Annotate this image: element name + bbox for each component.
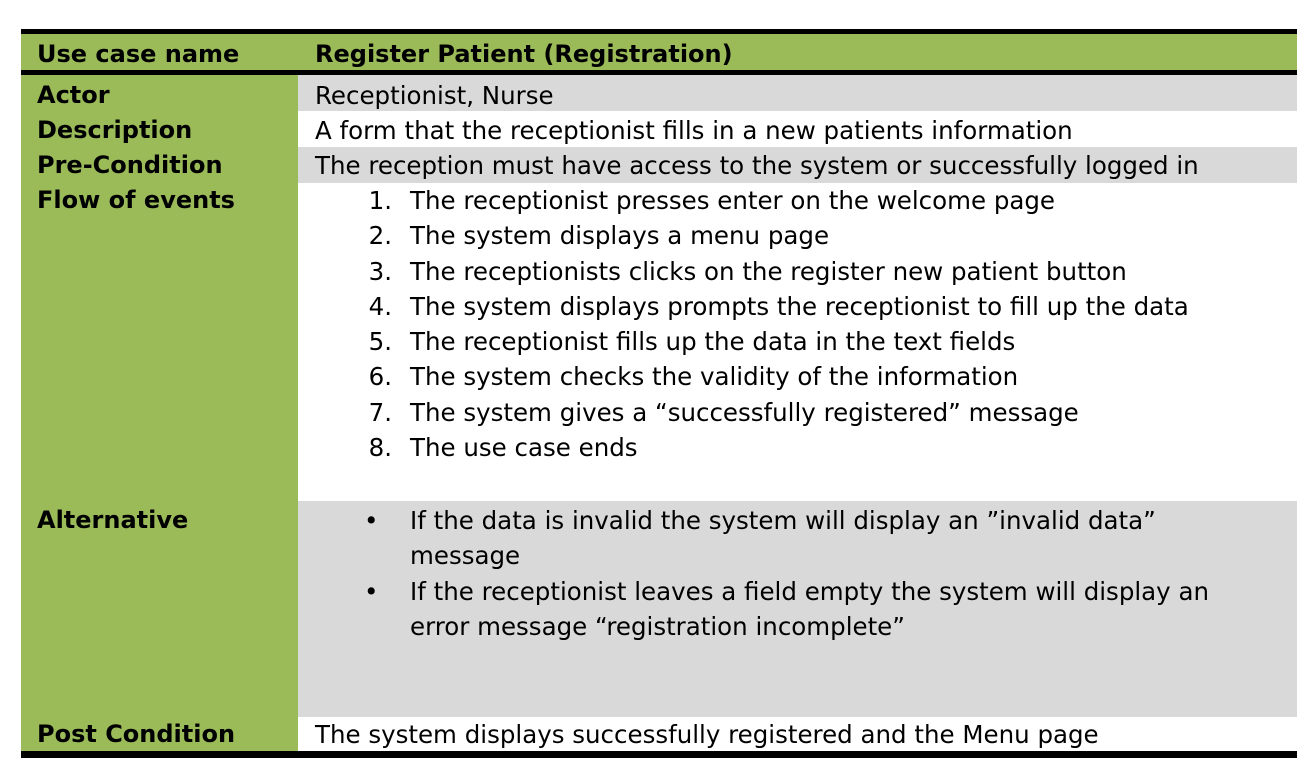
actor-label: Actor (37, 81, 110, 109)
alternative-text-line: If the receptionist leaves a field empty… (410, 576, 1210, 606)
flow-step: 1. The receptionist presses enter on the … (362, 183, 1189, 218)
alternative-text-line: If the data is invalid the system will d… (410, 506, 1156, 535)
step-text: The system checks the validity of the in… (410, 362, 1019, 392)
bullet-marker: • (364, 576, 379, 606)
use-case-name-label: Use case name (37, 40, 240, 68)
use-case-table: Use case name Register Patient (Registra… (21, 29, 1297, 758)
pre-condition-label: Pre-Condition (37, 151, 223, 179)
alternative-item: • If the receptionist leaves a field emp… (362, 574, 1209, 645)
flow-step: 2. The system displays a menu page (362, 218, 1189, 253)
flow-step: 5. The receptionist fills up the data in … (362, 324, 1189, 359)
alternative-item: • If the data is invalid the system will… (362, 503, 1209, 574)
flow-step: 3. The receptionists clicks on the regist… (362, 254, 1189, 289)
step-text: The use case ends (410, 433, 638, 463)
description-label: Description (37, 116, 193, 144)
flow-step: 4. The system displays prompts the recept… (362, 289, 1189, 324)
alternative-text-line: error message “registration incomplete” (410, 611, 905, 641)
step-text: The system gives a “successfully registe… (410, 397, 1079, 427)
flow-of-events-list: 1. The receptionist presses enter on the … (362, 183, 1189, 465)
use-case-name-value: Register Patient (Registration) (315, 40, 733, 68)
flow-step: 8. The use case ends (362, 430, 1189, 465)
step-number: 2. (368, 221, 392, 251)
pre-condition-value: The reception must have access to the sy… (315, 151, 1199, 180)
step-number: 6. (368, 362, 392, 392)
step-text: The receptionist presses enter on the we… (410, 186, 1056, 215)
step-text: The system displays a menu page (410, 221, 830, 251)
alternative-list: • If the data is invalid the system will… (362, 503, 1209, 644)
bullet-marker: • (364, 506, 379, 535)
alternative-label: Alternative (37, 506, 189, 534)
step-number: 7. (368, 397, 392, 427)
description-value: A form that the receptionist fills in a … (315, 116, 1073, 145)
flow-step: 6. The system checks the validity of the … (362, 359, 1189, 394)
step-number: 1. (368, 186, 392, 215)
alternative-text-line: message (410, 541, 521, 571)
step-text: The receptionists clicks on the register… (410, 256, 1127, 286)
flow-of-events-label: Flow of events (37, 186, 235, 214)
step-number: 4. (368, 291, 392, 321)
step-text: The system displays prompts the receptio… (410, 291, 1189, 321)
table-bottom-rule (21, 751, 1297, 758)
step-text: The receptionist fills up the data in th… (410, 327, 1016, 357)
post-condition-label: Post Condition (37, 720, 236, 748)
step-number: 8. (368, 433, 392, 463)
actor-value: Receptionist, Nurse (315, 81, 554, 110)
post-condition-value: The system displays successfully registe… (315, 720, 1099, 749)
flow-step: 7. The system gives a “successfully regis… (362, 395, 1189, 430)
step-number: 3. (368, 256, 392, 286)
step-number: 5. (368, 327, 392, 357)
